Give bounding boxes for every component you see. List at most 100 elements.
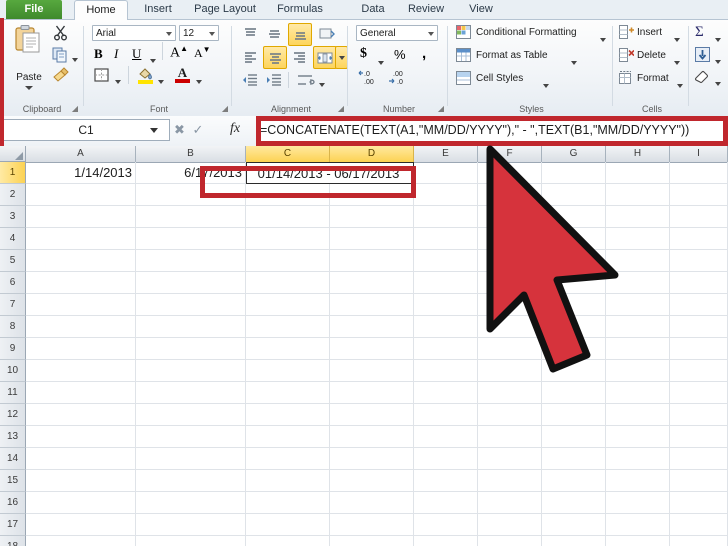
align-bottom-icon[interactable]	[288, 23, 312, 46]
row-header-14[interactable]: 14	[0, 448, 26, 470]
cell-H2[interactable]	[606, 184, 670, 206]
cell-C10[interactable]	[246, 360, 330, 382]
autosum-dropdown-arrow[interactable]	[713, 31, 721, 49]
cell-B6[interactable]	[136, 272, 246, 294]
cell-H15[interactable]	[606, 470, 670, 492]
cell-I1[interactable]	[670, 162, 728, 184]
cell-G9[interactable]	[542, 338, 606, 360]
align-left-icon[interactable]	[240, 48, 260, 66]
column-header-g[interactable]: G	[542, 146, 606, 162]
delete-cells-label[interactable]: Delete	[637, 50, 666, 61]
wrap-text-dropdown-arrow[interactable]	[317, 76, 325, 94]
column-header-d[interactable]: D	[330, 146, 414, 162]
cell-C6[interactable]	[246, 272, 330, 294]
cell-F4[interactable]	[478, 228, 542, 250]
paste-icon[interactable]	[14, 24, 42, 54]
cell-D11[interactable]	[330, 382, 414, 404]
cell-G18[interactable]	[542, 536, 606, 546]
cell-G6[interactable]	[542, 272, 606, 294]
sigma-autosum-icon[interactable]: Σ	[695, 24, 704, 41]
cell-F15[interactable]	[478, 470, 542, 492]
tab-formulas[interactable]: Formulas	[268, 0, 332, 19]
font-color-dropdown-arrow[interactable]	[194, 73, 202, 91]
align-center-icon[interactable]	[263, 46, 287, 69]
cell-D5[interactable]	[330, 250, 414, 272]
cell-A14[interactable]	[26, 448, 136, 470]
cell-G10[interactable]	[542, 360, 606, 382]
grow-font-button[interactable]: A▲	[170, 44, 188, 62]
cell-B5[interactable]	[136, 250, 246, 272]
cell-D8[interactable]	[330, 316, 414, 338]
cell-I17[interactable]	[670, 514, 728, 536]
cell-B3[interactable]	[136, 206, 246, 228]
format-cells-label[interactable]: Format	[637, 73, 669, 84]
cell-I2[interactable]	[670, 184, 728, 206]
cell-H13[interactable]	[606, 426, 670, 448]
cell-A4[interactable]	[26, 228, 136, 250]
cell-A10[interactable]	[26, 360, 136, 382]
cell-C8[interactable]	[246, 316, 330, 338]
copy-dropdown-arrow[interactable]	[70, 51, 78, 69]
cell-H5[interactable]	[606, 250, 670, 272]
cell-F1[interactable]	[478, 162, 542, 184]
cell-I13[interactable]	[670, 426, 728, 448]
cell-F7[interactable]	[478, 294, 542, 316]
cell-I14[interactable]	[670, 448, 728, 470]
insert-cells-label[interactable]: Insert	[637, 27, 662, 38]
paintbrush-icon[interactable]	[52, 67, 70, 88]
clipboard-dialog-launcher[interactable]: ◢	[72, 104, 78, 113]
tab-home[interactable]: Home	[74, 0, 128, 20]
column-header-b[interactable]: B	[136, 146, 246, 162]
cell-E10[interactable]	[414, 360, 478, 382]
cell-styles-label[interactable]: Cell Styles	[476, 73, 523, 84]
cell-F13[interactable]	[478, 426, 542, 448]
column-header-c[interactable]: C	[246, 146, 330, 162]
cell-E3[interactable]	[414, 206, 478, 228]
cell-H17[interactable]	[606, 514, 670, 536]
cell-I3[interactable]	[670, 206, 728, 228]
cell-H12[interactable]	[606, 404, 670, 426]
cell-B10[interactable]	[136, 360, 246, 382]
cell-H11[interactable]	[606, 382, 670, 404]
decrease-indent-icon[interactable]	[240, 72, 260, 88]
cell-E5[interactable]	[414, 250, 478, 272]
cell-C13[interactable]	[246, 426, 330, 448]
cell-styles-icon[interactable]	[456, 71, 471, 90]
cell-I7[interactable]	[670, 294, 728, 316]
align-middle-icon[interactable]	[264, 25, 284, 43]
cell-G14[interactable]	[542, 448, 606, 470]
wrap-text-icon[interactable]	[296, 71, 316, 89]
orientation-icon[interactable]	[316, 25, 338, 43]
row-header-9[interactable]: 9	[0, 338, 26, 360]
paste-dropdown-arrow[interactable]	[25, 86, 33, 90]
cell-A12[interactable]	[26, 404, 136, 426]
cell-C3[interactable]	[246, 206, 330, 228]
row-header-2[interactable]: 2	[0, 184, 26, 206]
cell-C7[interactable]	[246, 294, 330, 316]
cell-I16[interactable]	[670, 492, 728, 514]
cell-C12[interactable]	[246, 404, 330, 426]
cell-H1[interactable]	[606, 162, 670, 184]
row-header-4[interactable]: 4	[0, 228, 26, 250]
cell-E7[interactable]	[414, 294, 478, 316]
conditional-formatting-label[interactable]: Conditional Formatting	[476, 27, 577, 38]
cell-B11[interactable]	[136, 382, 246, 404]
select-all-corner[interactable]	[0, 146, 26, 162]
cell-G7[interactable]	[542, 294, 606, 316]
column-header-h[interactable]: H	[606, 146, 670, 162]
currency-button[interactable]: $	[360, 46, 367, 62]
cell-A8[interactable]	[26, 316, 136, 338]
underline-button[interactable]: U	[132, 46, 141, 62]
cell-E14[interactable]	[414, 448, 478, 470]
merge-and-center-icon[interactable]	[313, 46, 337, 69]
cell-E9[interactable]	[414, 338, 478, 360]
fill-down-icon[interactable]	[695, 47, 710, 67]
cell-C11[interactable]	[246, 382, 330, 404]
name-box-dropdown-arrow[interactable]	[150, 128, 158, 133]
row-header-6[interactable]: 6	[0, 272, 26, 294]
cell-A6[interactable]	[26, 272, 136, 294]
cell-C2[interactable]	[246, 184, 330, 206]
cell-D17[interactable]	[330, 514, 414, 536]
tab-review[interactable]: Review	[400, 0, 452, 19]
cell-G17[interactable]	[542, 514, 606, 536]
